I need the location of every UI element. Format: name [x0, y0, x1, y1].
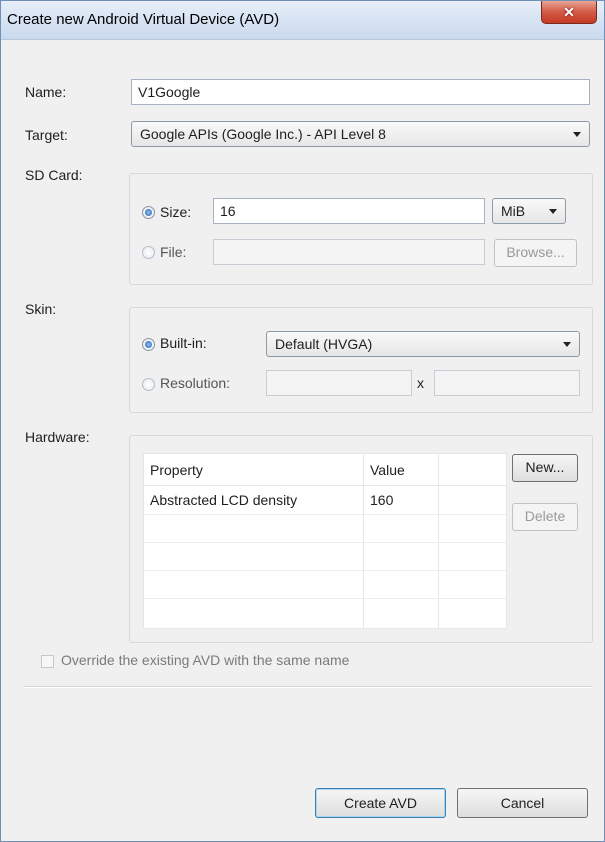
chevron-down-icon [563, 342, 571, 347]
row-divider [144, 598, 506, 599]
chevron-down-icon [573, 132, 581, 137]
resolution-width-input[interactable] [266, 370, 412, 396]
cell-property: Abstracted LCD density [150, 492, 298, 508]
new-property-button[interactable]: New... [512, 454, 578, 482]
create-avd-button[interactable]: Create AVD [315, 788, 446, 818]
skin-builtin-value: Default (HVGA) [275, 336, 373, 352]
column-separator [438, 454, 439, 628]
footer-divider [23, 686, 593, 688]
sdcard-unit-select[interactable]: MiB [492, 198, 566, 224]
target-label: Target: [25, 127, 68, 143]
target-select-value: Google APIs (Google Inc.) - API Level 8 [140, 126, 386, 142]
table-row[interactable]: Abstracted LCD density 160 [144, 486, 506, 514]
sdcard-file-label: File: [160, 244, 187, 260]
sdcard-size-input[interactable]: 16 [213, 198, 485, 224]
chevron-down-icon [549, 209, 557, 214]
resolution-x-separator: x [417, 375, 424, 391]
sdcard-unit-value: MiB [501, 203, 526, 219]
sdcard-label: SD Card: [25, 167, 83, 183]
skin-label: Skin: [25, 301, 57, 317]
close-button[interactable]: ✕ [541, 1, 597, 24]
skin-resolution-label: Resolution: [160, 375, 231, 391]
browse-button[interactable]: Browse... [494, 239, 577, 267]
name-input[interactable]: V1Google [131, 79, 590, 105]
cancel-button[interactable]: Cancel [457, 788, 588, 818]
skin-group [129, 307, 593, 413]
sdcard-group [129, 173, 593, 285]
window-title: Create new Android Virtual Device (AVD) [7, 11, 280, 28]
title-bar[interactable]: Create new Android Virtual Device (AVD) … [1, 1, 604, 40]
hardware-label: Hardware: [25, 429, 90, 445]
close-icon: ✕ [563, 3, 575, 20]
avd-dialog: Create new Android Virtual Device (AVD) … [0, 0, 605, 842]
skin-builtin-label: Built-in: [160, 335, 207, 351]
skin-builtin-radio[interactable] [142, 338, 155, 351]
row-divider [144, 570, 506, 571]
skin-resolution-radio[interactable] [142, 378, 155, 391]
skin-builtin-select[interactable]: Default (HVGA) [266, 331, 580, 357]
row-divider [144, 514, 506, 515]
column-header-property[interactable]: Property [144, 454, 364, 486]
cell-value: 160 [370, 492, 394, 508]
resolution-height-input[interactable] [434, 370, 580, 396]
sdcard-size-label: Size: [160, 204, 192, 220]
target-select[interactable]: Google APIs (Google Inc.) - API Level 8 [131, 121, 590, 147]
sdcard-file-input[interactable] [213, 239, 485, 265]
name-label: Name: [25, 84, 67, 100]
override-checkbox[interactable] [41, 655, 54, 668]
override-label: Override the existing AVD with the same … [61, 652, 350, 668]
row-divider [144, 542, 506, 543]
column-separator [363, 454, 364, 628]
sdcard-file-radio[interactable] [142, 246, 155, 259]
column-header-value[interactable]: Value [364, 454, 439, 486]
hardware-table[interactable]: Property Value Abstracted LCD density 16… [143, 453, 507, 629]
delete-property-button[interactable]: Delete [512, 503, 578, 531]
sdcard-size-radio[interactable] [142, 206, 155, 219]
column-header-empty [439, 454, 506, 486]
